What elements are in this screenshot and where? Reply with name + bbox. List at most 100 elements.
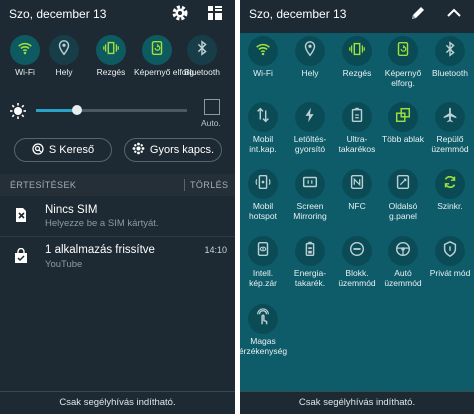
header-strip — [240, 27, 474, 33]
ultra-saving-icon — [348, 106, 366, 129]
toggle-label: Rezgés — [342, 68, 372, 78]
right-quick-settings-panel: Szo, december 13 Wi-Fi Hely Rezgés Képer… — [240, 0, 474, 414]
toggle-screen-mirroring[interactable]: Screen Mirroring — [287, 169, 333, 221]
emergency-calls-only: Csak segélyhívás indítható. — [0, 392, 235, 414]
toggle-label: Több ablak — [381, 134, 425, 144]
toggle-label: Szinkr. — [437, 201, 463, 211]
clear-button[interactable]: TÖRLÉS — [190, 180, 228, 190]
notification-title: 1 alkalmazás frissítve — [45, 244, 155, 256]
toggle-circle — [295, 36, 325, 66]
quick-toggle-vibrate[interactable]: Rezgés — [88, 35, 134, 78]
emergency-calls-only: Csak segélyhívás indítható. — [240, 392, 474, 414]
vibrate-icon — [102, 39, 120, 62]
toggle-car-mode[interactable]: Autó üzemmód — [380, 236, 426, 288]
toggle-airplane[interactable]: Repülő üzemmód — [427, 102, 473, 154]
toggle-smart-stay[interactable]: Intell. kép.zár — [240, 236, 286, 288]
toggle-label: Wi-Fi — [253, 68, 273, 78]
notification-subtitle: YouTube — [45, 259, 83, 270]
toggle-rotate[interactable]: Képernyő elforg. — [380, 36, 426, 88]
toggle-vibrate[interactable]: Rezgés — [334, 36, 380, 79]
toggle-circle — [342, 169, 372, 199]
toggle-download-booster[interactable]: Letöltés-gyorsító — [287, 102, 333, 154]
toggle-multi-window[interactable]: Több ablak — [380, 102, 426, 145]
shopping-bag-icon — [13, 247, 29, 264]
toggle-circle — [10, 35, 40, 65]
rotate-icon — [148, 39, 166, 62]
toggle-power-saving[interactable]: Energia-takarék. — [287, 236, 333, 288]
notification-subtitle: Helyezze be a SIM kártyát. — [45, 218, 159, 229]
status-bar: Szo, december 13 — [0, 0, 235, 27]
toggle-side-panel[interactable]: Oldalsó g.panel — [380, 169, 426, 221]
brightness-thumb[interactable] — [71, 105, 82, 115]
grid-edit-icon[interactable] — [205, 3, 225, 23]
side-panel-icon — [394, 173, 412, 196]
airplane-icon — [441, 106, 459, 129]
pencil-icon[interactable] — [408, 3, 428, 23]
touch-sensitivity-icon — [254, 307, 272, 331]
quick-connect-label: Gyors kapcs. — [149, 144, 215, 156]
gear-icon[interactable] — [170, 3, 190, 23]
collapse-icon[interactable] — [444, 3, 464, 23]
toggle-circle — [435, 102, 465, 132]
location-icon — [55, 39, 73, 62]
toggle-location[interactable]: Hely — [287, 36, 333, 79]
quick-toggle-bluetooth[interactable]: Bluetooth — [179, 35, 225, 78]
toggle-circle — [342, 236, 372, 266]
toggle-label: Screen Mirroring — [293, 201, 327, 221]
s-finder-button[interactable]: S Kereső — [14, 138, 112, 162]
toggle-touch-sensitivity[interactable]: Magas érzékenység — [240, 304, 288, 356]
toggle-label: Rezgés — [96, 67, 126, 77]
quick-connect-button[interactable]: Gyors kapcs. — [124, 138, 222, 162]
date-label: Szo, december 13 — [9, 7, 107, 21]
toggle-circle — [187, 35, 217, 65]
toggle-sync[interactable]: Szinkr. — [427, 169, 473, 212]
toggle-label: Repülő üzemmód — [431, 134, 469, 154]
toggle-circle — [248, 102, 278, 132]
nfc-icon — [348, 173, 366, 196]
toggle-blocking-mode[interactable]: Blokk. üzemmód — [334, 236, 380, 288]
toggle-circle — [142, 35, 172, 65]
no-sim-icon — [13, 207, 29, 223]
toggle-label: Oldalsó g.panel — [388, 201, 418, 221]
toggle-bluetooth[interactable]: Bluetooth — [427, 36, 473, 79]
auto-brightness-checkbox[interactable] — [204, 99, 220, 115]
toggle-hotspot[interactable]: Mobil hotspot — [240, 169, 286, 221]
quick-toggle-rotate[interactable]: Képernyő elforg. — [134, 35, 196, 78]
brightness-row: Auto. — [0, 96, 235, 132]
toggle-label: Magas érzékenység — [240, 336, 288, 356]
blocking-mode-icon — [348, 240, 366, 263]
multi-window-icon — [394, 106, 412, 129]
wifi-icon — [254, 40, 272, 63]
toggle-label: Mobil int.kap. — [249, 134, 277, 154]
toggle-label: Blokk. üzemmód — [338, 268, 376, 288]
quick-connect-icon — [132, 142, 145, 158]
notifications-heading: ÉRTESÍTÉSEK — [10, 180, 77, 190]
toggle-circle — [435, 36, 465, 66]
quick-toggle-location[interactable]: Hely — [41, 35, 87, 78]
toggle-label: Intell. kép.zár — [249, 268, 277, 288]
auto-brightness-label: Auto. — [201, 118, 221, 128]
notification-no-sim[interactable]: Nincs SIM Helyezze be a SIM kártyát. — [0, 197, 235, 235]
toggle-ultra-saving[interactable]: Ultra-takarékos — [334, 102, 380, 154]
vibrate-icon — [348, 40, 366, 63]
power-saving-icon — [301, 240, 319, 263]
toggle-label: Bluetooth — [432, 68, 468, 78]
toggle-nfc[interactable]: NFC — [334, 169, 380, 212]
toggle-circle — [435, 169, 465, 199]
notifications-header: ÉRTESÍTÉSEK TÖRLÉS — [0, 174, 235, 196]
toggle-label: Ultra-takarékos — [338, 134, 376, 154]
toggle-label: Bluetooth — [184, 67, 220, 77]
brightness-slider[interactable] — [36, 105, 187, 115]
toggle-wifi[interactable]: Wi-Fi — [240, 36, 286, 79]
toggle-circle — [295, 102, 325, 132]
toggle-label: Hely — [301, 68, 319, 78]
toggle-circle — [248, 304, 278, 334]
bluetooth-icon — [193, 39, 211, 62]
toggle-circle — [295, 169, 325, 199]
toggle-label: Autó üzemmód — [384, 268, 422, 288]
toggle-mobile-data[interactable]: Mobil int.kap. — [240, 102, 286, 154]
notification-app-updated[interactable]: 1 alkalmazás frissítve YouTube 14:10 — [0, 237, 235, 275]
toggle-circle — [388, 36, 418, 66]
toggle-circle — [435, 236, 465, 266]
toggle-private-mode[interactable]: Privát mód — [427, 236, 473, 279]
